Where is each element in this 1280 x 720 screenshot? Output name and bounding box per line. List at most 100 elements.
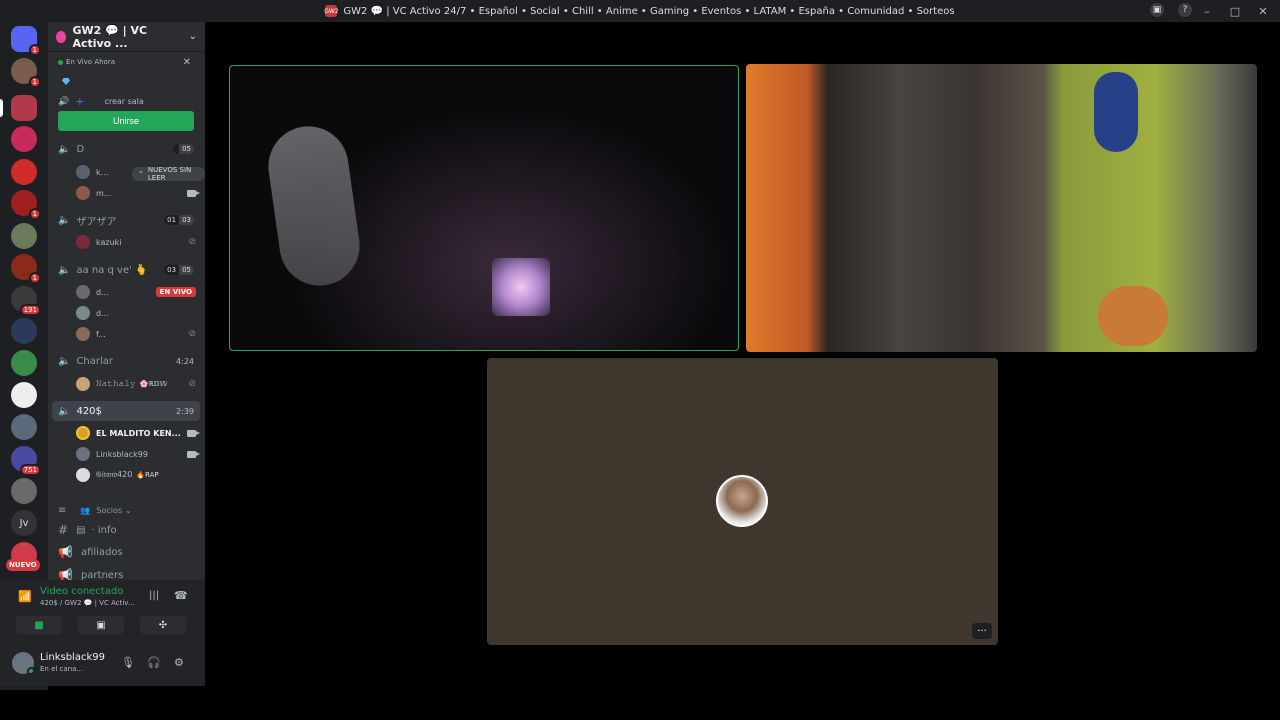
channel-count: 03 05 [164,265,194,275]
title-bar: GW2 GW2 💬 | VC Activo 24/7 • Español • S… [0,0,1280,22]
member-limit: 03 [179,215,194,225]
voice-user[interactable]: m... [76,184,200,202]
window-title: GW2 💬 | VC Activo 24/7 • Español • Socia… [343,5,955,17]
guild-icon[interactable]: 191 [11,286,41,316]
voice-channel[interactable]: 🔈 Charlar 4:24 [52,351,200,371]
gem-icon [62,78,70,85]
guild-icon[interactable] [11,318,37,344]
voice-channel[interactable]: 🔈 D 05 [52,139,200,159]
close-button[interactable]: ✕ [1256,4,1270,18]
voice-user[interactable]: 𝙽𝚊𝚝𝚑𝚊𝚕𝚢 🌸ℝ𝔻𝕎 ⊘ [76,375,196,393]
guild-icon[interactable] [11,414,37,440]
speaker-icon: 🔈 [58,355,71,367]
guild-icon[interactable] [11,223,37,249]
join-button[interactable]: Unirse [58,111,194,131]
guild-icon[interactable] [11,159,37,185]
channel-sidebar: GW2 💬 | VC Activo ... ⌄ En Vivo Ahora ✕ … [48,22,205,580]
server-header[interactable]: GW2 💬 | VC Activo ... ⌄ [48,22,205,52]
disconnect-icon[interactable]: ☎ [174,589,188,602]
voice-user[interactable]: d... EN VIVO [76,283,196,301]
create-room-label: crear sala [104,97,144,106]
minimize-button[interactable]: – [1200,4,1214,18]
guild-icon-gw2[interactable] [0,95,37,121]
headphones-icon[interactable]: 🎧 [147,656,161,669]
create-room-row[interactable]: 🔊 + crear sala [58,95,144,108]
camera-button[interactable]: ■ [16,616,62,634]
plus-icon[interactable]: + [75,95,84,108]
activities-button[interactable]: ✣ [140,616,186,634]
speaker-icon: 🔊 [58,96,70,107]
guild-icon[interactable] [11,478,37,504]
chevron-down-icon: ⌄ [188,31,197,42]
user-tag: 🔥RAP [136,471,159,479]
avatar [76,327,90,341]
member-limit: 05 [179,144,194,154]
video-tile[interactable] [746,64,1257,352]
voice-user[interactable]: 𝔊𝔦𝔱𝔞𝔫𝔬420 🔥RAP [76,466,196,484]
guild-icon[interactable]: 751 [11,446,41,476]
text-channel[interactable]: # ▤ · info [52,520,200,540]
document-icon: ▤ [76,524,86,536]
voice-user[interactable]: f... ⊘ [76,325,196,343]
video-tile-avatar[interactable]: ··· [487,358,998,645]
help-icon[interactable]: ? [1178,3,1192,17]
avatar [76,165,90,179]
camera-icon [187,189,200,197]
speaker-icon: 🔈 [58,143,71,155]
voice-user[interactable]: Linksblack99 [76,445,200,463]
channel-name: partners [80,569,124,581]
voice-channel[interactable]: 🔈 ザアザア 01 03 [52,210,200,230]
voice-status[interactable]: Video conectado [40,586,123,597]
guild-icon[interactable] [11,126,37,152]
gear-icon[interactable]: ⚙ [174,656,184,669]
guild-icon[interactable]: 1 [11,190,41,220]
dm-avatar[interactable]: 1 [11,58,41,88]
channel-name: · info [91,524,117,536]
channel-count: 05 [173,144,194,154]
home-button[interactable]: 1 [11,26,41,56]
user-name: d... [96,287,109,297]
voice-connection-panel: 📶 Video conectado 420$ / GW2 💬 | VC Acti… [0,580,205,642]
guild-icon[interactable] [11,382,37,408]
video-figure [263,121,365,291]
chevron-down-icon: ⌄ [125,505,132,515]
deafened-icon: ⊘ [188,379,196,389]
microphone-icon[interactable]: 🎙 [121,656,135,669]
avatar[interactable] [12,652,35,675]
server-name: GW2 💬 | VC Activo ... [72,23,148,50]
guild-icon-jv[interactable]: Jv [11,510,37,536]
avatar [76,306,90,320]
server-icon [56,30,67,43]
screen-share-button[interactable]: ▣ [78,616,124,634]
new-badge: NUEVO [6,559,40,571]
category-socios[interactable]: ≡ 👥 Socios ⌄ [52,500,200,520]
user-status: En el cana... [40,665,84,673]
user-name: kazuki [96,237,122,247]
video-tile-speaking[interactable] [229,65,739,351]
maximize-button[interactable]: □ [1228,4,1242,18]
user-panel: Linksblack99 En el cana... 🎙 🎧 ⚙ [0,642,205,686]
noise-suppression-icon[interactable]: ||| [149,590,159,601]
user-name: 𝙽𝚊𝚝𝚑𝚊𝚕𝚢 [96,379,136,388]
guild-icon[interactable]: 1 [11,254,41,284]
channel-name: Charlar [76,355,114,367]
voice-channel-path[interactable]: 420$ / GW2 💬 | VC Activ... [40,599,140,607]
text-channel[interactable]: 📢 afiliados [52,542,200,562]
more-options-button[interactable]: ··· [972,623,992,639]
text-channel[interactable]: 📢 partners [52,565,200,580]
user-name: Linksblack99 [96,449,148,459]
voice-user[interactable]: d... [76,304,196,322]
username[interactable]: Linksblack99 [40,652,105,663]
unread-banner[interactable]: ⌃ NUEVOS SIN LEER [132,166,205,182]
inbox-icon[interactable]: ▣ [1150,3,1164,17]
channel-count: 01 03 [164,215,194,225]
voice-user[interactable]: kazuki ⊘ [76,233,196,251]
voice-channel-active[interactable]: 🔈 420$ 2:39 [52,401,200,421]
voice-channel[interactable]: 🔈 aa na q ve' 🫰 03 05 [52,260,200,280]
close-icon[interactable]: ✕ [183,57,191,68]
voice-user[interactable]: EL MALDITO KEN... [76,424,200,442]
guild-icon[interactable] [11,350,37,376]
signal-icon[interactable]: 📶 [18,590,32,603]
unread-label: NUEVOS SIN LEER [147,166,192,182]
notification-badge: 1 [28,272,41,284]
